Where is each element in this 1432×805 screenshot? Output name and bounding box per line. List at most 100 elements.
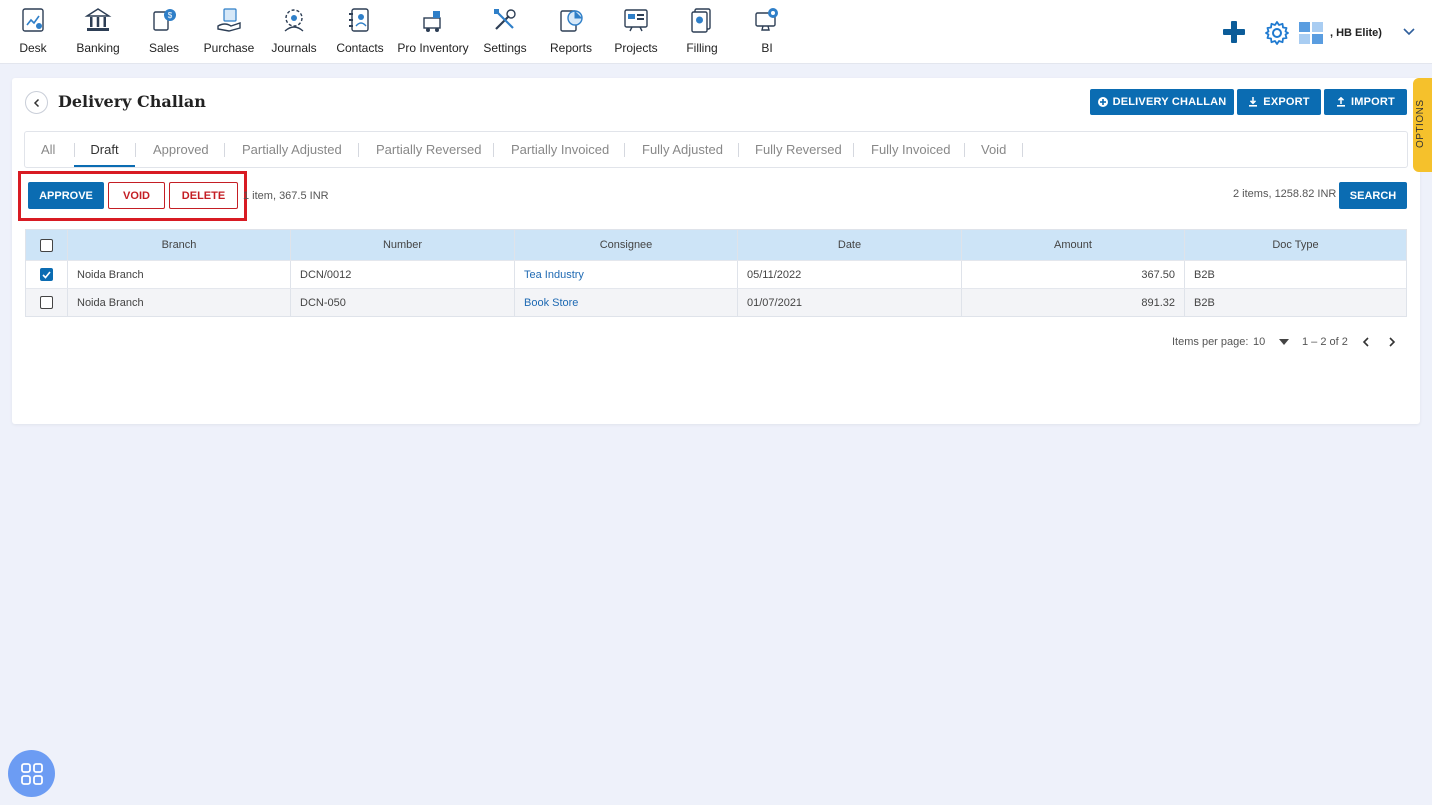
back-button[interactable] xyxy=(25,91,48,114)
bank-icon xyxy=(84,8,112,31)
nav-item-desk[interactable]: Desk xyxy=(0,6,66,60)
nav-item-bi[interactable]: BI xyxy=(734,6,800,60)
tab-divider xyxy=(624,143,625,157)
selection-summary: 1 item, 367.5 INR xyxy=(243,190,329,202)
column-header-number[interactable]: Number xyxy=(290,230,514,260)
organization-icon[interactable] xyxy=(1299,22,1323,44)
check-icon xyxy=(42,270,51,279)
cell-number: DCN/0012 xyxy=(290,261,514,288)
row-checkbox[interactable] xyxy=(40,296,53,309)
column-header-date[interactable]: Date xyxy=(737,230,961,260)
status-tabs: All Draft Approved Partially Adjusted Pa… xyxy=(24,131,1408,168)
tab-divider xyxy=(224,143,225,157)
nav-label: Journals xyxy=(271,41,317,55)
nav-item-contacts[interactable]: Contacts xyxy=(327,6,393,60)
search-button[interactable]: SEARCH xyxy=(1339,182,1407,209)
button-label: DELIVERY CHALLAN xyxy=(1112,96,1227,108)
svg-text:$: $ xyxy=(168,11,173,20)
cell-date: 05/11/2022 xyxy=(737,261,961,288)
nav-label: Settings xyxy=(483,41,527,55)
cell-date: 01/07/2021 xyxy=(737,289,961,316)
consignee-link[interactable]: Tea Industry xyxy=(524,269,584,281)
tab-partially-adjusted[interactable]: Partially Adjusted xyxy=(242,132,342,167)
cell-branch: Noida Branch xyxy=(67,289,290,316)
tab-divider xyxy=(1022,143,1023,157)
next-page-icon[interactable] xyxy=(1385,335,1399,349)
select-all-checkbox[interactable] xyxy=(40,238,53,252)
tab-fully-reversed[interactable]: Fully Reversed xyxy=(755,132,842,167)
highlight-box xyxy=(18,171,247,221)
nav-item-reports[interactable]: Reports xyxy=(538,6,604,60)
top-navigation: Desk Banking $ Sales Purchase Journals C… xyxy=(0,0,1432,64)
export-button[interactable]: EXPORT xyxy=(1237,89,1321,115)
items-per-page-label: Items per page: xyxy=(1172,336,1249,348)
gear-icon[interactable] xyxy=(1264,20,1290,46)
tab-divider xyxy=(964,143,965,157)
page-size-select[interactable]: 10 xyxy=(1253,336,1265,348)
nav-label: Banking xyxy=(76,41,120,55)
tab-fully-adjusted[interactable]: Fully Adjusted xyxy=(642,132,723,167)
chevron-down-icon[interactable] xyxy=(1402,27,1416,37)
tab-partially-invoiced[interactable]: Partially Invoiced xyxy=(511,132,609,167)
button-label: EXPORT xyxy=(1263,96,1310,108)
options-drawer-tab[interactable]: OPTIONS xyxy=(1413,78,1432,172)
tab-partially-reversed[interactable]: Partially Reversed xyxy=(376,132,482,167)
tab-divider xyxy=(738,143,739,157)
page-title: Delivery Challan xyxy=(58,92,206,111)
cell-branch: Noida Branch xyxy=(67,261,290,288)
tab-fully-invoiced[interactable]: Fully Invoiced xyxy=(871,132,950,167)
tab-draft[interactable]: Draft xyxy=(74,132,135,167)
page-range: 1 – 2 of 2 xyxy=(1302,336,1348,348)
organization-name[interactable]: , HB Elite) xyxy=(1330,27,1382,39)
reports-icon xyxy=(560,10,583,32)
column-header-amount[interactable]: Amount xyxy=(961,230,1184,260)
desk-icon xyxy=(22,8,44,32)
add-icon[interactable] xyxy=(1222,20,1246,44)
nav-item-settings[interactable]: Settings xyxy=(472,6,538,60)
cell-consignee: Book Store xyxy=(514,289,737,316)
settings-tools-icon xyxy=(494,9,516,30)
nav-label: BI xyxy=(761,41,773,55)
button-label: IMPORT xyxy=(1351,96,1395,108)
nav-label: Projects xyxy=(614,41,658,55)
caret-down-icon[interactable] xyxy=(1279,339,1289,345)
row-checkbox[interactable] xyxy=(40,268,53,281)
nav-item-purchase[interactable]: Purchase xyxy=(196,6,262,60)
upload-icon xyxy=(1337,97,1345,107)
tab-divider xyxy=(493,143,494,157)
import-button[interactable]: IMPORT xyxy=(1324,89,1407,115)
nav-item-pro-inventory[interactable]: Pro Inventory xyxy=(397,6,469,60)
cell-number: DCN-050 xyxy=(290,289,514,316)
column-header-doc-type[interactable]: Doc Type xyxy=(1184,230,1406,260)
tab-all[interactable]: All xyxy=(41,132,55,167)
nav-label: Sales xyxy=(148,41,180,55)
table-row[interactable]: Noida Branch DCN-050 Book Store 01/07/20… xyxy=(26,288,1406,316)
apps-menu-button[interactable] xyxy=(8,750,55,797)
new-delivery-challan-button[interactable]: DELIVERY CHALLAN xyxy=(1090,89,1234,115)
nav-label: Desk xyxy=(19,41,47,55)
download-icon xyxy=(1249,97,1258,107)
previous-page-icon[interactable] xyxy=(1359,335,1373,349)
total-summary: 2 items, 1258.82 INR xyxy=(1233,188,1337,200)
contacts-icon xyxy=(349,8,369,32)
tab-approved[interactable]: Approved xyxy=(153,132,209,167)
select-all-cell xyxy=(26,230,67,260)
table-header-row: Branch Number Consignee Date Amount Doc … xyxy=(26,230,1406,260)
nav-item-banking[interactable]: Banking xyxy=(65,6,131,60)
cell-consignee: Tea Industry xyxy=(514,261,737,288)
tab-divider xyxy=(853,143,854,157)
column-header-branch[interactable]: Branch xyxy=(67,230,290,260)
nav-label: Contacts xyxy=(336,41,384,55)
nav-item-journals[interactable]: Journals xyxy=(261,6,327,60)
nav-label: Reports xyxy=(549,41,593,55)
table-row[interactable]: Noida Branch DCN/0012 Tea Industry 05/11… xyxy=(26,260,1406,288)
chevron-left-icon xyxy=(33,98,39,107)
nav-item-filling[interactable]: Filling xyxy=(669,6,735,60)
nav-item-sales[interactable]: $ Sales xyxy=(131,6,197,60)
column-header-consignee[interactable]: Consignee xyxy=(514,230,737,260)
inventory-icon xyxy=(423,11,441,32)
tab-void[interactable]: Void xyxy=(981,132,1006,167)
row-select-cell xyxy=(26,261,67,288)
consignee-link[interactable]: Book Store xyxy=(524,297,578,309)
nav-item-projects[interactable]: Projects xyxy=(603,6,669,60)
